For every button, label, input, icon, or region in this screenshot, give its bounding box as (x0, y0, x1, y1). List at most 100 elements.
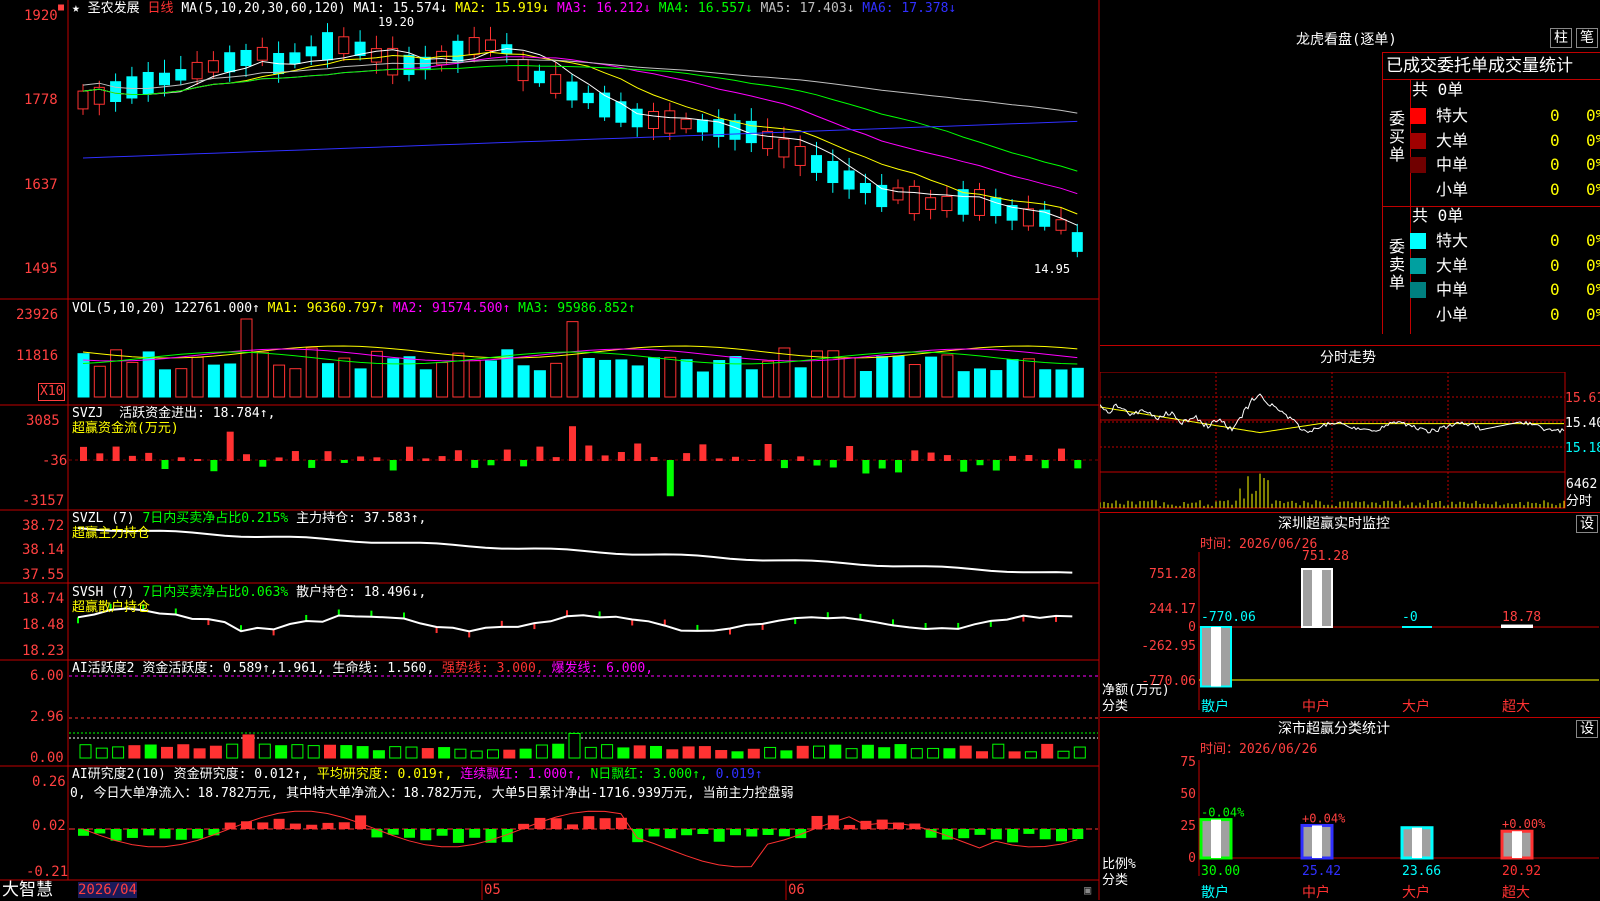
svsh-line (77, 603, 1073, 638)
period-label[interactable]: 日线 (148, 1, 174, 16)
volume-bar (990, 370, 1003, 398)
ai2-bar (126, 829, 138, 838)
ai1-bar (682, 746, 695, 759)
lock-icon[interactable]: ▣ (1084, 882, 1091, 898)
ai1-bar (1024, 751, 1037, 759)
candle-body (778, 138, 790, 158)
candle-body (550, 74, 562, 94)
dragon-row-pct: 0% (1586, 255, 1600, 275)
star-icon[interactable]: ★ (72, 1, 80, 16)
ai2-line (82, 810, 1078, 868)
ai2-title: AI研究度2(10) (72, 767, 166, 782)
svzj-bar (1074, 460, 1082, 469)
dragon-row-name: 小单 (1436, 179, 1469, 199)
classify-value-label: 23.66 (1402, 864, 1441, 879)
ai1-axis-label: 0.00 (30, 750, 64, 766)
svzj-bar (1058, 448, 1065, 461)
ai2-bar (648, 829, 660, 837)
svzj-bars (69, 426, 1098, 497)
ai2-header: AI研究度2(10) 资金研究度: 0.012↑, 平均研究度: 0.019↑,… (72, 767, 763, 783)
volume-bar (696, 371, 709, 398)
ai1-bar (959, 745, 972, 759)
chart-header: ★ 圣农发展 日线 MA(5,10,20,30,60,120) MA1: 15.… (72, 1, 956, 17)
volume-bar (289, 368, 302, 398)
ai1-bar (242, 734, 255, 759)
candle-body (305, 46, 317, 57)
candle-body (289, 52, 301, 65)
ai2-bar (371, 829, 383, 838)
volume-bar (501, 349, 514, 398)
ai2-bar (713, 829, 725, 842)
ai2-bar (289, 823, 301, 829)
svsh-title: SVSH (7) (72, 585, 135, 600)
volume-bar (240, 318, 253, 398)
volume-bar (110, 349, 123, 398)
svsh-polyline (77, 607, 1073, 633)
svzj-bar (454, 450, 462, 461)
svzj-bar (911, 450, 919, 461)
svzj-bar (585, 445, 593, 461)
monitor-axis-label: 751.28 (1149, 567, 1196, 582)
candle-body (664, 110, 676, 134)
dragon-row-count: 0 (1550, 155, 1560, 174)
dragon-tick-button[interactable]: 笔 (1576, 28, 1598, 48)
main-chart-area[interactable] (0, 0, 1100, 900)
ai2-bar (599, 818, 611, 829)
ai1-bar (177, 744, 190, 759)
volume-bar (680, 359, 693, 398)
buy-row-3: 小单 0 0% (1410, 179, 1600, 201)
svzj-axis-label: 3085 (26, 413, 60, 429)
volume-bar (941, 354, 954, 398)
brand-logo[interactable]: 大智慧 (2, 881, 53, 900)
volume-bar (485, 360, 497, 398)
ai2-bar (420, 829, 432, 841)
ai1-bar (584, 746, 597, 759)
vol-header: VOL(5,10,20) 122761.000↑ MA1: 96360.797↑… (72, 301, 636, 317)
candle-body (566, 81, 578, 101)
ai1-axis-label: 2.96 (30, 709, 64, 725)
classify-settings-button[interactable]: 设 (1576, 720, 1598, 738)
fenshi-vol-unit: 分时 (1566, 494, 1593, 509)
vol-ma2: MA2: 91574.500↑ (392, 301, 511, 316)
candle-body (142, 71, 154, 95)
ma6-value: MA6: 17.378↓ (862, 1, 957, 16)
volume-bar (159, 369, 171, 398)
vol-unit-badge[interactable]: X10 (38, 383, 66, 401)
svzj-bar (389, 460, 397, 471)
menu-marker-icon[interactable]: ■ (58, 0, 64, 16)
svzj-bar (373, 457, 381, 461)
svsh-axis-label: 18.23 (22, 643, 65, 659)
dragon-row-count: 0 (1550, 304, 1560, 324)
fenshi-axis-label: 15.61 (1565, 391, 1600, 406)
stock-name[interactable]: 圣农发展 (88, 1, 140, 16)
ai2-bar (338, 822, 350, 829)
dragon-row-name: 中单 (1436, 155, 1469, 174)
monitor-settings-button[interactable]: 设 (1576, 515, 1598, 533)
candle-body (1022, 208, 1034, 227)
ai1-bar (894, 744, 907, 759)
dragon-tab[interactable]: 已成交委托单成交量统计 (1386, 56, 1573, 76)
fenshi-chart[interactable] (1100, 372, 1600, 512)
svzj-axis-label: -3157 (22, 493, 65, 509)
volume-bar (794, 367, 807, 398)
dragon-panel: 龙虎看盘(逐单) 柱 笔 已成交委托单成交量统计 委买单 共 0单 委卖单 共 … (1100, 0, 1600, 345)
monitor-axis-label: 244.17 (1149, 602, 1196, 617)
dragon-bar-button[interactable]: 柱 (1550, 28, 1572, 48)
ai-research-bars (69, 810, 1098, 868)
svzj-bar (471, 460, 479, 468)
monitor-bar-chart: 751.28 244.17 0 -262.95 -770.06 -770.06 散户 751.… (1141, 549, 1599, 715)
ai1-bar (878, 747, 891, 759)
sell-total: 共 0单 (1412, 206, 1464, 225)
volume-bar (745, 369, 758, 398)
classify-category-label: 超大 (1502, 885, 1530, 900)
candle-body (256, 46, 268, 61)
volume-bar (419, 369, 432, 398)
volume-bar (892, 355, 905, 398)
monitor-bar-highlight (1512, 625, 1522, 627)
date-axis-label: 06 (788, 882, 805, 898)
volume-bar (338, 357, 351, 398)
classify-title: 深市超赢分类统计 (1278, 721, 1390, 737)
candle-body (892, 187, 904, 201)
vol-title: VOL(5,10,20) (72, 301, 166, 316)
svzj-bar (226, 431, 234, 461)
